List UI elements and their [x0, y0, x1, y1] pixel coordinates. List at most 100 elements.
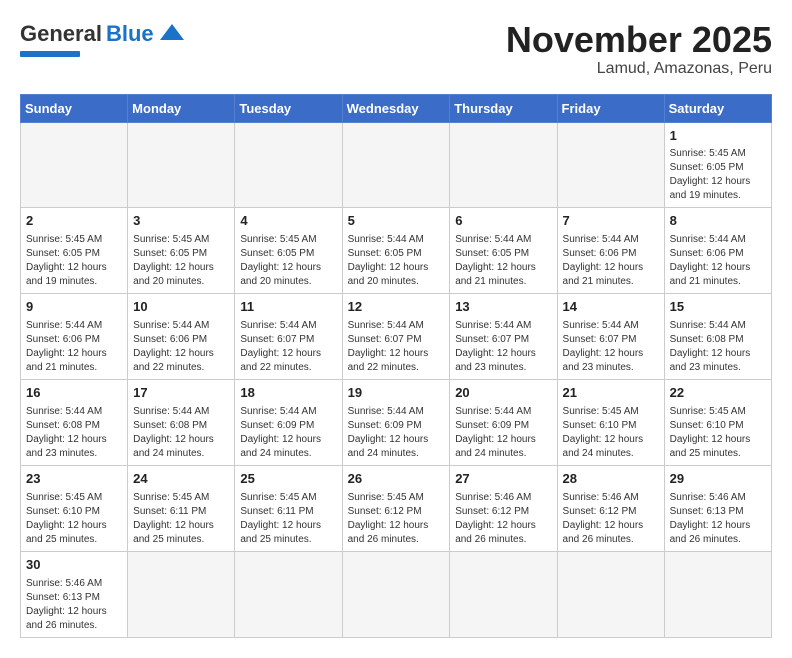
day-info: Sunrise: 5:45 AM Sunset: 6:05 PM Dayligh…	[240, 233, 336, 289]
day-number: 1	[670, 127, 766, 146]
calendar-day-cell: 20 Sunrise: 5:44 AM Sunset: 6:09 PM Dayli…	[450, 380, 557, 466]
day-info: Sunrise: 5:44 AM Sunset: 6:07 PM Dayligh…	[563, 319, 659, 375]
calendar-day-cell: 26Sunrise: 5:45 AM Sunset: 6:12 PM Dayli…	[342, 465, 450, 551]
calendar-week-row: 2Sunrise: 5:45 AM Sunset: 6:05 PM Daylig…	[21, 208, 772, 294]
day-info: Sunrise: 5:46 AM Sunset: 6:13 PM Dayligh…	[670, 491, 766, 547]
calendar-week-row: 23 Sunrise: 5:45 AM Sunset: 6:10 PM Dayli…	[21, 465, 772, 551]
day-info: Sunrise: 5:44 AM Sunset: 6:08 PM Dayligh…	[670, 319, 766, 375]
day-number: 27	[455, 470, 551, 489]
weekday-header: Monday	[128, 94, 235, 122]
day-number: 18	[240, 384, 336, 403]
calendar-day-cell: 13Sunrise: 5:44 AM Sunset: 6:07 PM Dayli…	[450, 294, 557, 380]
day-info: Sunrise: 5:45 AM Sunset: 6:05 PM Dayligh…	[670, 147, 766, 203]
calendar-day-cell	[557, 122, 664, 208]
calendar-day-cell: 30 Sunrise: 5:46 AM Sunset: 6:13 PM Dayli…	[21, 551, 128, 637]
day-number: 19	[348, 384, 445, 403]
day-number: 17	[133, 384, 229, 403]
calendar-week-row: 1Sunrise: 5:45 AM Sunset: 6:05 PM Daylig…	[21, 122, 772, 208]
day-info: Sunrise: 5:45 AM Sunset: 6:05 PM Dayligh…	[133, 233, 229, 289]
weekday-header: Thursday	[450, 94, 557, 122]
calendar-day-cell: 12 Sunrise: 5:44 AM Sunset: 6:07 PM Dayli…	[342, 294, 450, 380]
calendar-day-cell	[342, 122, 450, 208]
day-number: 14	[563, 298, 659, 317]
calendar-table: SundayMondayTuesdayWednesdayThursdayFrid…	[20, 94, 772, 638]
calendar-day-cell: 16 Sunrise: 5:44 AM Sunset: 6:08 PM Dayli…	[21, 380, 128, 466]
calendar-day-cell: 11Sunrise: 5:44 AM Sunset: 6:07 PM Dayli…	[235, 294, 342, 380]
calendar-day-cell: 3 Sunrise: 5:45 AM Sunset: 6:05 PM Daylig…	[128, 208, 235, 294]
day-info: Sunrise: 5:44 AM Sunset: 6:09 PM Dayligh…	[455, 405, 551, 461]
day-number: 6	[455, 212, 551, 231]
title-block: November 2025 Lamud, Amazonas, Peru	[506, 20, 772, 78]
day-info: Sunrise: 5:45 AM Sunset: 6:12 PM Dayligh…	[348, 491, 445, 547]
day-info: Sunrise: 5:44 AM Sunset: 6:06 PM Dayligh…	[133, 319, 229, 375]
day-number: 10	[133, 298, 229, 317]
day-info: Sunrise: 5:44 AM Sunset: 6:05 PM Dayligh…	[348, 233, 445, 289]
calendar-day-cell: 2Sunrise: 5:45 AM Sunset: 6:05 PM Daylig…	[21, 208, 128, 294]
day-info: Sunrise: 5:44 AM Sunset: 6:06 PM Dayligh…	[26, 319, 122, 375]
calendar-day-cell	[128, 122, 235, 208]
day-number: 21	[563, 384, 659, 403]
calendar-day-cell: 1Sunrise: 5:45 AM Sunset: 6:05 PM Daylig…	[664, 122, 771, 208]
day-info: Sunrise: 5:45 AM Sunset: 6:10 PM Dayligh…	[26, 491, 122, 547]
weekday-header: Sunday	[21, 94, 128, 122]
day-number: 20	[455, 384, 551, 403]
day-info: Sunrise: 5:45 AM Sunset: 6:10 PM Dayligh…	[670, 405, 766, 461]
day-number: 23	[26, 470, 122, 489]
day-info: Sunrise: 5:44 AM Sunset: 6:09 PM Dayligh…	[240, 405, 336, 461]
calendar-day-cell	[664, 551, 771, 637]
calendar-day-cell: 29 Sunrise: 5:46 AM Sunset: 6:13 PM Dayli…	[664, 465, 771, 551]
calendar-day-cell: 22 Sunrise: 5:45 AM Sunset: 6:10 PM Dayli…	[664, 380, 771, 466]
weekday-header: Tuesday	[235, 94, 342, 122]
calendar-day-cell	[342, 551, 450, 637]
calendar-day-cell: 9Sunrise: 5:44 AM Sunset: 6:06 PM Daylig…	[21, 294, 128, 380]
day-number: 15	[670, 298, 766, 317]
calendar-day-cell	[450, 551, 557, 637]
page-title: November 2025	[506, 20, 772, 60]
calendar-week-row: 30 Sunrise: 5:46 AM Sunset: 6:13 PM Dayli…	[21, 551, 772, 637]
day-info: Sunrise: 5:44 AM Sunset: 6:06 PM Dayligh…	[670, 233, 766, 289]
weekday-header: Friday	[557, 94, 664, 122]
day-info: Sunrise: 5:44 AM Sunset: 6:07 PM Dayligh…	[455, 319, 551, 375]
day-info: Sunrise: 5:46 AM Sunset: 6:12 PM Dayligh…	[563, 491, 659, 547]
day-number: 12	[348, 298, 445, 317]
day-number: 8	[670, 212, 766, 231]
calendar-day-cell: 5 Sunrise: 5:44 AM Sunset: 6:05 PM Daylig…	[342, 208, 450, 294]
calendar-week-row: 16 Sunrise: 5:44 AM Sunset: 6:08 PM Dayli…	[21, 380, 772, 466]
calendar-day-cell: 27 Sunrise: 5:46 AM Sunset: 6:12 PM Dayli…	[450, 465, 557, 551]
day-info: Sunrise: 5:46 AM Sunset: 6:13 PM Dayligh…	[26, 577, 122, 633]
calendar-day-cell	[235, 551, 342, 637]
calendar-day-cell: 8 Sunrise: 5:44 AM Sunset: 6:06 PM Daylig…	[664, 208, 771, 294]
calendar-day-cell	[450, 122, 557, 208]
day-info: Sunrise: 5:44 AM Sunset: 6:07 PM Dayligh…	[348, 319, 445, 375]
calendar-day-cell	[21, 122, 128, 208]
day-number: 3	[133, 212, 229, 231]
day-number: 29	[670, 470, 766, 489]
day-info: Sunrise: 5:44 AM Sunset: 6:08 PM Dayligh…	[26, 405, 122, 461]
calendar-day-cell: 7Sunrise: 5:44 AM Sunset: 6:06 PM Daylig…	[557, 208, 664, 294]
day-number: 30	[26, 556, 122, 575]
day-number: 25	[240, 470, 336, 489]
calendar-day-cell	[128, 551, 235, 637]
day-info: Sunrise: 5:45 AM Sunset: 6:10 PM Dayligh…	[563, 405, 659, 461]
day-number: 28	[563, 470, 659, 489]
day-info: Sunrise: 5:45 AM Sunset: 6:05 PM Dayligh…	[26, 233, 122, 289]
day-number: 7	[563, 212, 659, 231]
calendar-week-row: 9Sunrise: 5:44 AM Sunset: 6:06 PM Daylig…	[21, 294, 772, 380]
calendar-day-cell: 17Sunrise: 5:44 AM Sunset: 6:08 PM Dayli…	[128, 380, 235, 466]
calendar-header-row: SundayMondayTuesdayWednesdayThursdayFrid…	[21, 94, 772, 122]
day-info: Sunrise: 5:45 AM Sunset: 6:11 PM Dayligh…	[240, 491, 336, 547]
day-number: 16	[26, 384, 122, 403]
day-number: 22	[670, 384, 766, 403]
page-subtitle: Lamud, Amazonas, Peru	[506, 60, 772, 78]
calendar-day-cell: 6 Sunrise: 5:44 AM Sunset: 6:05 PM Daylig…	[450, 208, 557, 294]
logo-text-blue: Blue	[106, 22, 154, 46]
weekday-header: Wednesday	[342, 94, 450, 122]
day-number: 4	[240, 212, 336, 231]
day-number: 11	[240, 298, 336, 317]
day-info: Sunrise: 5:46 AM Sunset: 6:12 PM Dayligh…	[455, 491, 551, 547]
calendar-day-cell: 23 Sunrise: 5:45 AM Sunset: 6:10 PM Dayli…	[21, 465, 128, 551]
day-info: Sunrise: 5:44 AM Sunset: 6:09 PM Dayligh…	[348, 405, 445, 461]
calendar-day-cell: 10 Sunrise: 5:44 AM Sunset: 6:06 PM Dayli…	[128, 294, 235, 380]
day-number: 5	[348, 212, 445, 231]
day-info: Sunrise: 5:44 AM Sunset: 6:05 PM Dayligh…	[455, 233, 551, 289]
